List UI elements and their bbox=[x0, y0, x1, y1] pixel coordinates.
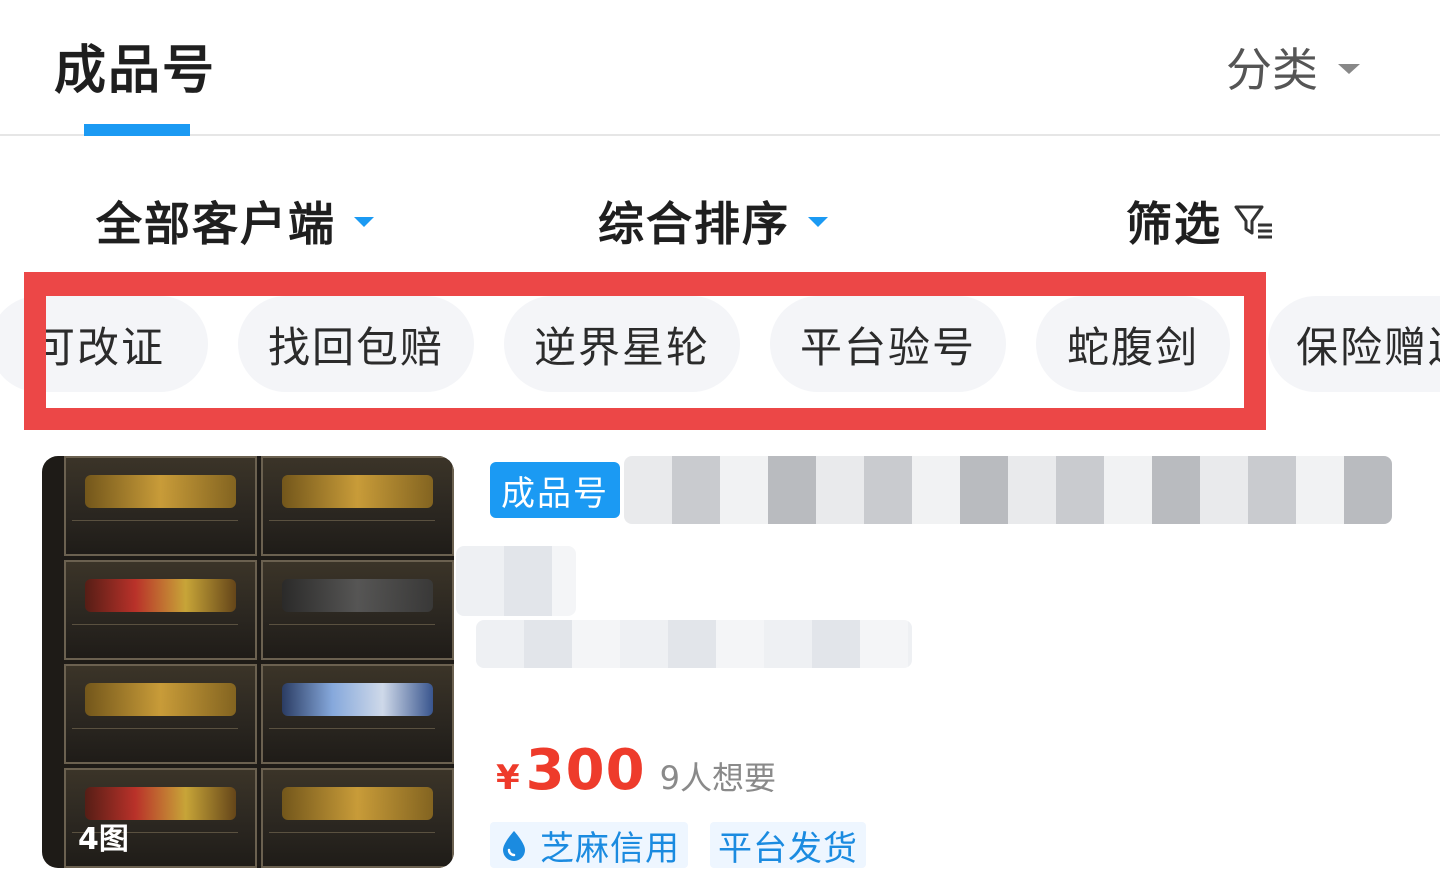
quick-tag-row: 可改证 找回包赔 逆界星轮 平台验号 蛇腹剑 保险赠送 bbox=[0, 296, 1440, 396]
currency-symbol: ¥ bbox=[496, 758, 520, 798]
top-tab-bar: 成品号 分类 bbox=[0, 0, 1440, 136]
weapon-grid-image bbox=[64, 456, 454, 868]
client-filter-label: 全部客户端 bbox=[96, 197, 336, 251]
wants-count: 9人想要 bbox=[659, 759, 776, 797]
screen-filter-label: 筛选 bbox=[1126, 197, 1222, 251]
image-count: 4图 bbox=[78, 822, 129, 857]
chip-insurance-gift[interactable]: 保险赠送 bbox=[1268, 296, 1440, 392]
category-dropdown[interactable]: 分类 bbox=[1226, 34, 1360, 100]
sort-dropdown[interactable]: 综合排序 bbox=[598, 188, 828, 254]
type-badge: 成品号 bbox=[490, 462, 620, 518]
blurred-subtitle bbox=[476, 620, 912, 668]
highlight-frame-left bbox=[24, 272, 46, 430]
product-thumbnail[interactable]: 4图 bbox=[42, 456, 454, 868]
caret-down-icon bbox=[354, 217, 374, 227]
chip-recovery-guarantee[interactable]: 找回包赔 bbox=[238, 296, 474, 392]
price-row: ¥ 300 9人想要 bbox=[496, 738, 776, 803]
blurred-title-line2 bbox=[456, 546, 576, 616]
tag-zhima-credit: 芝麻信用 bbox=[490, 822, 688, 869]
client-filter-dropdown[interactable]: 全部客户端 bbox=[96, 188, 374, 254]
caret-down-icon bbox=[1338, 64, 1360, 74]
filter-funnel-icon bbox=[1234, 205, 1272, 239]
highlight-frame-bottom bbox=[24, 408, 1266, 430]
highlight-frame-top bbox=[24, 272, 1266, 296]
chip-snake-sword[interactable]: 蛇腹剑 bbox=[1036, 296, 1230, 392]
service-tags: 芝麻信用 平台发货 bbox=[490, 822, 888, 869]
active-tab-indicator bbox=[84, 124, 190, 136]
tag-zhima-label: 芝麻信用 bbox=[540, 828, 680, 869]
highlight-frame-right bbox=[1244, 272, 1266, 430]
chip-nijie-xinglun[interactable]: 逆界星轮 bbox=[504, 296, 740, 392]
blurred-title bbox=[624, 456, 1392, 524]
price-value: 300 bbox=[525, 738, 646, 803]
water-drop-icon bbox=[503, 831, 525, 861]
tab-finished-accounts[interactable]: 成品号 bbox=[54, 28, 216, 103]
tag-platform-delivery: 平台发货 bbox=[710, 822, 866, 869]
chip-platform-verify[interactable]: 平台验号 bbox=[770, 296, 1006, 392]
screen-filter-button[interactable]: 筛选 bbox=[1126, 188, 1276, 254]
sort-label: 综合排序 bbox=[598, 197, 790, 251]
filter-bar: 全部客户端 综合排序 筛选 bbox=[0, 180, 1440, 260]
caret-down-icon bbox=[808, 217, 828, 227]
category-label: 分类 bbox=[1226, 43, 1318, 97]
